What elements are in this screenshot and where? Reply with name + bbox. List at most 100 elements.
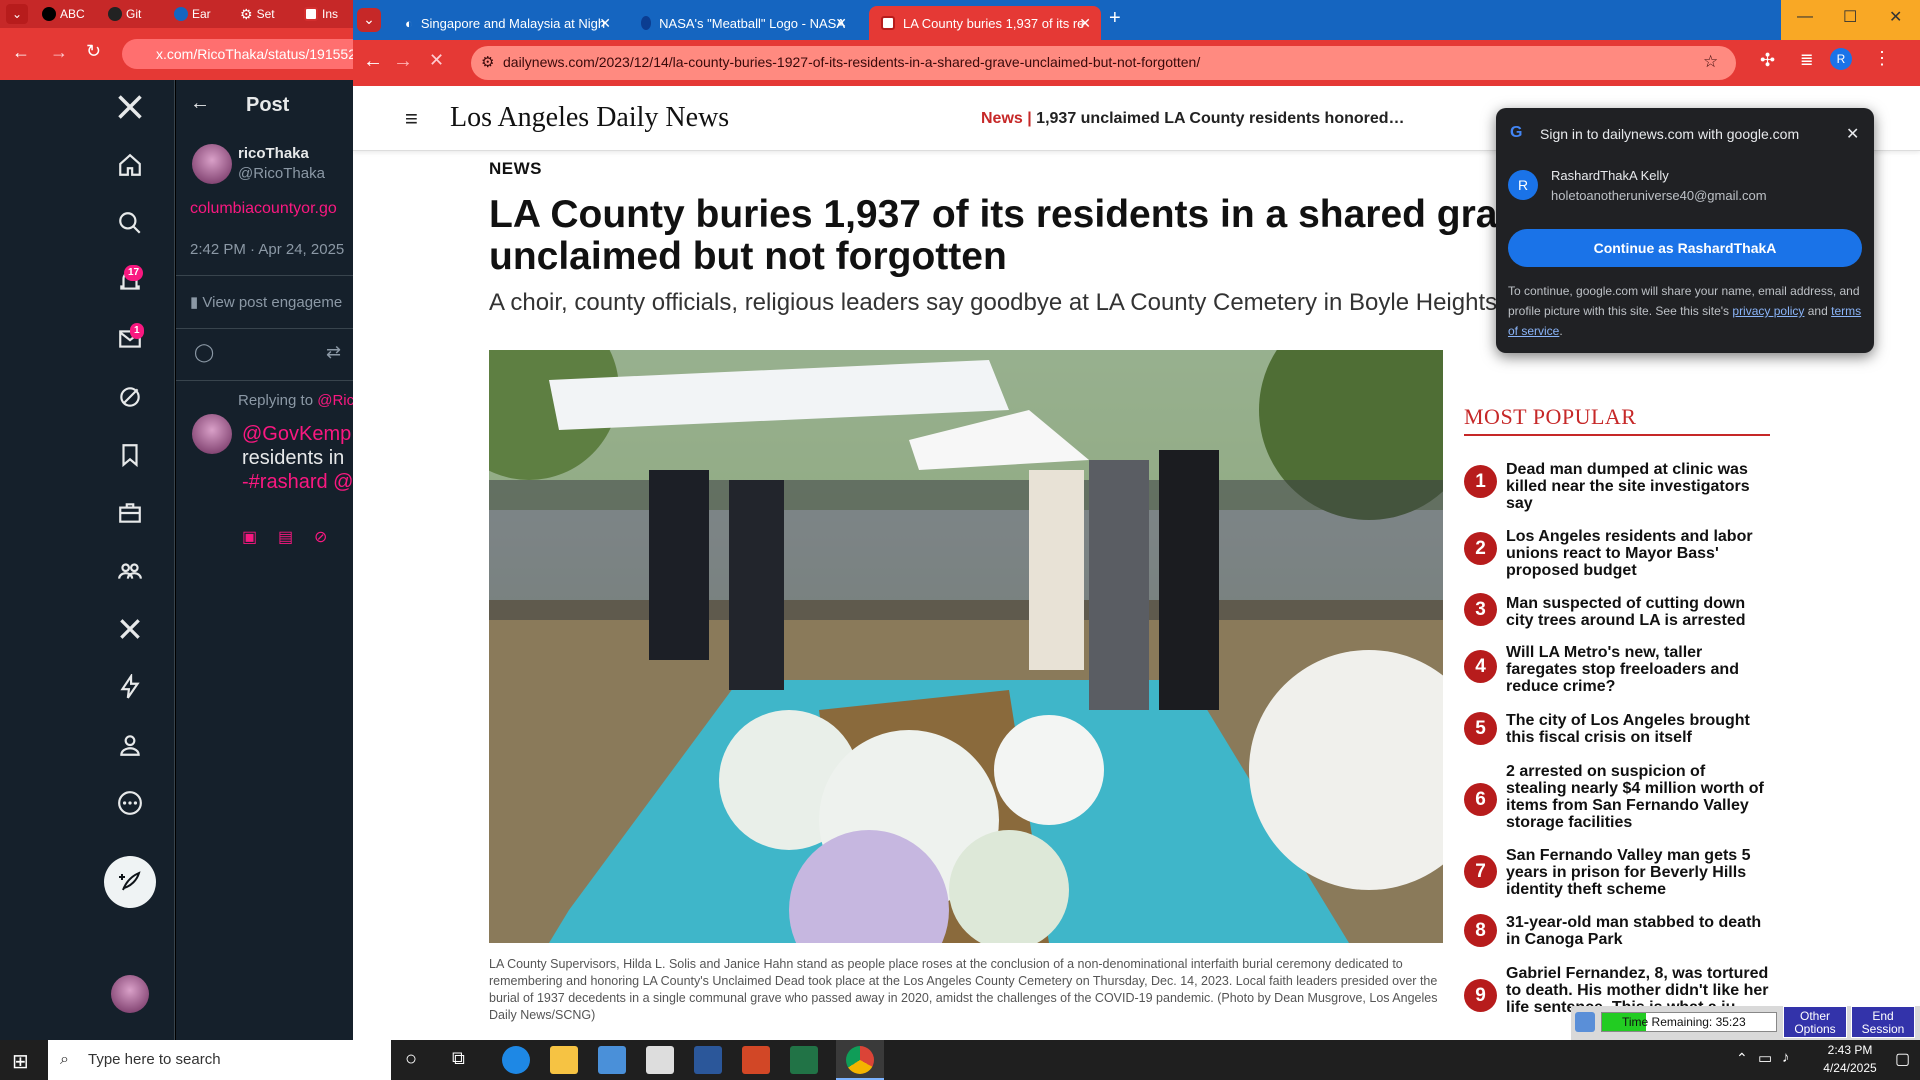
- bookmark-star-icon[interactable]: ☆: [1703, 52, 1718, 72]
- back-tab-ins[interactable]: Ins: [304, 3, 338, 25]
- breaking-ticker[interactable]: News | 1,937 unclaimed LA County residen…: [981, 110, 1405, 128]
- verified-orgs-lightning-icon[interactable]: [112, 669, 148, 705]
- show-hidden-icons-chevron-icon[interactable]: ⌃: [1736, 1050, 1748, 1067]
- account-avatar[interactable]: [111, 975, 149, 1013]
- popular-rank: 8: [1464, 914, 1497, 947]
- more-circle-icon[interactable]: [112, 785, 148, 821]
- store-icon[interactable]: [598, 1046, 626, 1074]
- close-tab-icon[interactable]: ✕: [599, 15, 611, 32]
- tab-la-county-article[interactable]: LA County buries 1,937 of its re ✕: [869, 6, 1101, 40]
- taskbar-search-box[interactable]: ⌕ Type here to search: [48, 1040, 391, 1080]
- maximize-icon[interactable]: ☐: [1843, 7, 1857, 27]
- media-controls-icon[interactable]: ≣: [1800, 50, 1813, 70]
- tab-nasa[interactable]: NASA's "Meatball" Logo - NASA ✕: [629, 6, 857, 40]
- popular-title[interactable]: Los Angeles residents and labor unions r…: [1506, 528, 1770, 579]
- x-logo-icon[interactable]: [112, 89, 148, 125]
- grok-compose-icon[interactable]: ⊘: [314, 527, 327, 547]
- windows-start-icon[interactable]: ⊞: [12, 1049, 29, 1074]
- bookmarks-icon[interactable]: [112, 437, 148, 473]
- site-info-icon[interactable]: ⚙: [481, 53, 494, 71]
- view-engagements-link[interactable]: ▮ View post engageme: [190, 293, 342, 311]
- taskbar-date[interactable]: 4/24/2025: [1812, 1061, 1888, 1075]
- post-timestamp[interactable]: 2:42 PM · Apr 24, 2025: [190, 241, 344, 258]
- reload-icon[interactable]: ↻: [86, 41, 101, 62]
- replying-to-handle[interactable]: @Ric: [317, 392, 353, 409]
- word-icon[interactable]: [694, 1046, 722, 1074]
- back-tab-settings[interactable]: ⚙ Set: [240, 3, 275, 25]
- article-subheadline: A choir, county officials, religious lea…: [489, 289, 1498, 316]
- popular-title[interactable]: Dead man dumped at clinic was killed nea…: [1506, 461, 1770, 512]
- popular-title[interactable]: 31-year-old man stabbed to death in Cano…: [1506, 914, 1770, 948]
- reply-composer-text[interactable]: @GovKemp residents in -#rashard @: [242, 422, 353, 494]
- compose-post-button[interactable]: [104, 856, 156, 908]
- network-icon[interactable]: ▭: [1758, 1049, 1772, 1067]
- reply-bubble-icon[interactable]: ◯: [194, 342, 214, 363]
- edge-icon[interactable]: [502, 1046, 530, 1074]
- back-tab-abc[interactable]: ABC: [42, 3, 85, 25]
- tab-search-chevron-icon[interactable]: ⌄: [6, 4, 28, 24]
- url-text[interactable]: dailynews.com/2023/12/14/la-county-burie…: [503, 54, 1200, 70]
- menu-kebab-icon[interactable]: ⋮: [1873, 48, 1891, 69]
- profile-person-icon[interactable]: [112, 727, 148, 763]
- article-photo[interactable]: [489, 350, 1443, 943]
- popular-title[interactable]: Will LA Metro's new, taller faregates st…: [1506, 644, 1770, 695]
- site-logo[interactable]: Los Angeles Daily News: [450, 102, 729, 134]
- powerpoint-icon[interactable]: [742, 1046, 770, 1074]
- jobs-briefcase-icon[interactable]: [112, 495, 148, 531]
- back-arrow-icon[interactable]: ←: [12, 42, 30, 63]
- close-tab-icon[interactable]: ✕: [1079, 15, 1091, 32]
- most-popular-panel: MOST POPULAR 1 Dead man dumped at clinic …: [1464, 404, 1770, 1016]
- forward-arrow-icon[interactable]: →: [393, 50, 413, 73]
- taskbar-time[interactable]: 2:43 PM: [1812, 1043, 1888, 1057]
- new-tab-button[interactable]: +: [1109, 7, 1121, 30]
- close-popup-icon[interactable]: ✕: [1846, 124, 1859, 144]
- task-view-icon[interactable]: ⧉: [452, 1048, 465, 1069]
- repost-icon[interactable]: ⇄: [326, 342, 341, 363]
- popular-title[interactable]: 2 arrested on suspicion of stealing near…: [1506, 763, 1770, 831]
- close-tab-icon[interactable]: ✕: [835, 15, 847, 32]
- popular-title[interactable]: Man suspected of cutting down city trees…: [1506, 595, 1770, 629]
- back-tab-earth[interactable]: Ear: [174, 3, 211, 25]
- section-label[interactable]: NEWS: [489, 159, 542, 179]
- popular-title[interactable]: San Fernando Valley man gets 5 years in …: [1506, 847, 1770, 898]
- media-image-icon[interactable]: ▣: [242, 527, 257, 547]
- file-explorer-icon[interactable]: [550, 1046, 578, 1074]
- profile-avatar[interactable]: R: [1830, 48, 1852, 70]
- extensions-puzzle-icon[interactable]: ✣: [1760, 50, 1775, 71]
- hamburger-menu-icon[interactable]: ≡: [405, 106, 418, 132]
- mail-icon[interactable]: [646, 1046, 674, 1074]
- account-row[interactable]: R RashardThakA Kelly holetoanotheruniver…: [1508, 158, 1862, 214]
- back-address-bar[interactable]: x.com/RicoThaka/status/191552: [122, 39, 362, 69]
- forward-arrow-icon[interactable]: →: [50, 42, 68, 63]
- tab-search-chevron-icon[interactable]: ⌄: [357, 8, 381, 32]
- author-handle[interactable]: @RicoThaka: [238, 165, 325, 182]
- stop-loading-icon[interactable]: ✕: [429, 50, 444, 71]
- grok-icon[interactable]: [112, 379, 148, 415]
- back-arrow-icon[interactable]: ←: [190, 92, 210, 115]
- communities-icon[interactable]: [112, 553, 148, 589]
- minimize-icon[interactable]: —: [1797, 8, 1813, 26]
- back-tab-github[interactable]: Git: [108, 3, 141, 25]
- author-display-name[interactable]: ricoThaka: [238, 145, 309, 162]
- continue-as-button[interactable]: Continue as RashardThakA: [1508, 229, 1862, 267]
- gif-icon[interactable]: ▤: [278, 527, 293, 547]
- cortana-circle-icon[interactable]: ○: [405, 1048, 417, 1071]
- explore-search-icon[interactable]: [112, 205, 148, 241]
- divider: [176, 275, 353, 276]
- volume-icon[interactable]: ♪: [1782, 1049, 1790, 1066]
- home-icon[interactable]: [112, 147, 148, 183]
- end-session-button[interactable]: End Session: [1851, 1006, 1915, 1038]
- chrome-taskbar-button[interactable]: [836, 1040, 884, 1080]
- premium-x-icon[interactable]: [112, 611, 148, 647]
- back-arrow-icon[interactable]: ←: [363, 50, 383, 73]
- close-window-icon[interactable]: ✕: [1889, 7, 1902, 27]
- popular-rank: 3: [1464, 593, 1497, 626]
- notifications-speech-icon[interactable]: ▢: [1895, 1049, 1910, 1069]
- post-link[interactable]: columbiacountyor.go: [190, 200, 337, 218]
- privacy-policy-link[interactable]: privacy policy: [1732, 304, 1804, 318]
- excel-icon[interactable]: [790, 1046, 818, 1074]
- other-options-button[interactable]: Other Options: [1783, 1006, 1847, 1038]
- author-avatar[interactable]: [192, 144, 232, 184]
- popular-title[interactable]: The city of Los Angeles brought this fis…: [1506, 712, 1770, 746]
- tab-singapore[interactable]: ◐ Singapore and Malaysia at Nigh ✕: [393, 6, 621, 40]
